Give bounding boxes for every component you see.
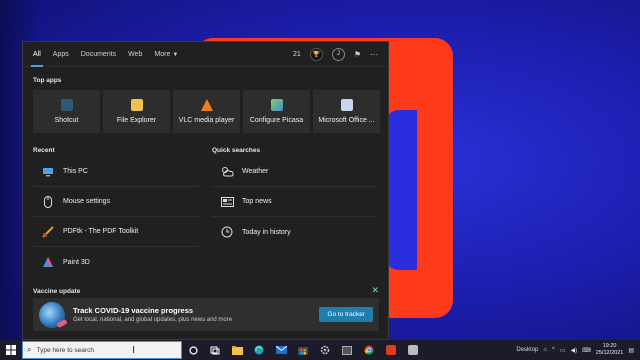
app-tile-label: Microsoft Office ... bbox=[318, 117, 375, 124]
recent-item-label: Paint 3D bbox=[63, 258, 90, 266]
quick-search-top-news[interactable]: Top news bbox=[212, 187, 378, 217]
app-tile-shotcut[interactable]: Shotcut bbox=[33, 90, 100, 133]
notifications-icon[interactable]: ▤ bbox=[628, 347, 634, 354]
picasa-icon bbox=[270, 99, 283, 111]
quick-search-label: Weather bbox=[242, 168, 269, 175]
file-explorer-taskbar-icon[interactable] bbox=[226, 340, 248, 360]
app-tile-label: Shotcut bbox=[54, 117, 79, 124]
windows-logo-icon bbox=[6, 345, 16, 355]
recent-item-label: PDFtk - The PDF Toolkit bbox=[63, 228, 139, 235]
app-tile-vlc[interactable]: VLC media player bbox=[173, 90, 240, 133]
cortana-icon[interactable] bbox=[182, 340, 204, 360]
vaccine-globe-icon bbox=[39, 301, 65, 328]
vaccine-subtext: Get local, national, and global updates,… bbox=[73, 317, 233, 323]
shotcut-icon bbox=[60, 99, 73, 111]
taskbar-search-input[interactable]: ⌕ Type here to search I bbox=[22, 341, 182, 359]
task-view-icon[interactable] bbox=[204, 340, 226, 360]
chevron-up-icon[interactable]: ^ bbox=[552, 347, 555, 353]
desktop-toolbar-label[interactable]: Desktop bbox=[516, 347, 538, 353]
vlc-cone-icon bbox=[200, 99, 213, 111]
taskbar-search-placeholder: Type here to search bbox=[36, 346, 94, 354]
recent-item-mouse-settings[interactable]: Mouse settings bbox=[33, 187, 199, 217]
tab-more-label: More bbox=[154, 50, 171, 58]
tab-documents[interactable]: Documents bbox=[81, 42, 116, 67]
edge-icon[interactable] bbox=[248, 340, 270, 360]
clock-time: 19:20 bbox=[602, 343, 617, 349]
tab-apps[interactable]: Apps bbox=[53, 42, 69, 67]
office-icon bbox=[340, 99, 353, 111]
clock[interactable]: 19:20 25/12/2021 bbox=[596, 343, 624, 357]
volume-icon[interactable]: ◀) bbox=[571, 347, 578, 354]
recent-item-label: This PC bbox=[63, 168, 88, 175]
recent-title: Recent bbox=[33, 147, 55, 154]
user-avatar[interactable]: J bbox=[331, 47, 345, 61]
settings-gear-icon[interactable] bbox=[314, 340, 336, 360]
app-tile-label: Configure Picasa bbox=[249, 117, 304, 124]
tab-web[interactable]: Web bbox=[128, 42, 142, 67]
search-icon: ⌕ bbox=[27, 345, 32, 354]
app-tile-label: VLC media player bbox=[178, 117, 235, 124]
folder-icon bbox=[130, 99, 143, 111]
recent-item-paint3d[interactable]: Paint 3D bbox=[33, 247, 199, 277]
rewards-trophy-icon[interactable]: 🏆 bbox=[309, 47, 323, 61]
more-options-icon[interactable]: ··· bbox=[370, 50, 378, 59]
quick-search-today-in-history[interactable]: Today in history bbox=[212, 217, 378, 247]
paint3d-icon bbox=[41, 255, 55, 269]
rewards-points: 21 bbox=[293, 50, 301, 58]
go-to-tracker-button[interactable]: Go to tracker bbox=[319, 307, 373, 322]
app-window-icon[interactable] bbox=[336, 340, 358, 360]
feedback-icon[interactable]: ⚑ bbox=[354, 50, 361, 59]
vaccine-headline: Track COVID-19 vaccine progress bbox=[73, 306, 194, 315]
clock-icon bbox=[220, 225, 234, 239]
app-tile-office[interactable]: Microsoft Office ... bbox=[313, 90, 380, 133]
close-icon[interactable]: ✕ bbox=[371, 285, 379, 296]
quick-search-label: Today in history bbox=[242, 228, 291, 236]
recent-list: This PC Mouse settings PDFtk - The PDF T… bbox=[33, 157, 199, 277]
search-tabs-bar: All Apps Documents Web More ▼ 21 🏆 J ⚑ ··… bbox=[23, 42, 388, 67]
quick-search-weather[interactable]: Weather bbox=[212, 157, 378, 187]
quick-searches-list: Weather Top news Today in history bbox=[212, 157, 378, 247]
keyboard-icon[interactable]: ⌨ bbox=[582, 347, 591, 354]
tab-more[interactable]: More ▼ bbox=[154, 42, 178, 67]
network-icon[interactable]: ▭ bbox=[560, 347, 566, 354]
app-tile-file-explorer[interactable]: File Explorer bbox=[103, 90, 170, 133]
tray-icon[interactable]: ⌂ bbox=[543, 347, 547, 353]
search-panel: All Apps Documents Web More ▼ 21 🏆 J ⚑ ··… bbox=[22, 41, 389, 340]
mail-icon[interactable] bbox=[270, 340, 292, 360]
start-button[interactable] bbox=[0, 340, 22, 360]
wallpaper-blue-shape bbox=[385, 110, 417, 270]
taskbar: ⌕ Type here to search I Desktop ⌂ ^ ▭ ◀)… bbox=[0, 340, 640, 360]
news-icon bbox=[220, 195, 234, 209]
pdftk-icon bbox=[41, 225, 55, 239]
recent-item-this-pc[interactable]: This PC bbox=[33, 157, 199, 187]
quick-search-label: Top news bbox=[242, 198, 272, 205]
red-app-icon[interactable] bbox=[380, 340, 402, 360]
weather-icon bbox=[220, 165, 234, 179]
vaccine-card[interactable]: Track COVID-19 vaccine progress Get loca… bbox=[33, 298, 379, 331]
gray-app-icon[interactable] bbox=[402, 340, 424, 360]
vaccine-update-title: Vaccine update bbox=[33, 288, 81, 295]
clock-date: 25/12/2021 bbox=[595, 350, 624, 356]
chevron-down-icon: ▼ bbox=[172, 51, 179, 58]
quick-searches-title: Quick searches bbox=[212, 147, 261, 154]
mouse-icon bbox=[41, 195, 55, 209]
recent-item-pdftk[interactable]: PDFtk - The PDF Toolkit bbox=[33, 217, 199, 247]
recent-item-label: Mouse settings bbox=[63, 198, 111, 205]
text-cursor-icon: I bbox=[132, 344, 135, 356]
store-icon[interactable] bbox=[292, 340, 314, 360]
app-tile-label: File Explorer bbox=[116, 117, 157, 124]
top-apps-list: Shotcut File Explorer VLC media player C… bbox=[33, 90, 380, 133]
top-apps-title: Top apps bbox=[33, 77, 62, 84]
computer-icon bbox=[41, 165, 55, 179]
app-tile-picasa[interactable]: Configure Picasa bbox=[243, 90, 310, 133]
system-tray: Desktop ⌂ ^ ▭ ◀) ⌨ 19:20 25/12/2021 ▤ bbox=[516, 343, 640, 357]
tab-all[interactable]: All bbox=[31, 42, 43, 67]
chrome-icon[interactable] bbox=[358, 340, 380, 360]
